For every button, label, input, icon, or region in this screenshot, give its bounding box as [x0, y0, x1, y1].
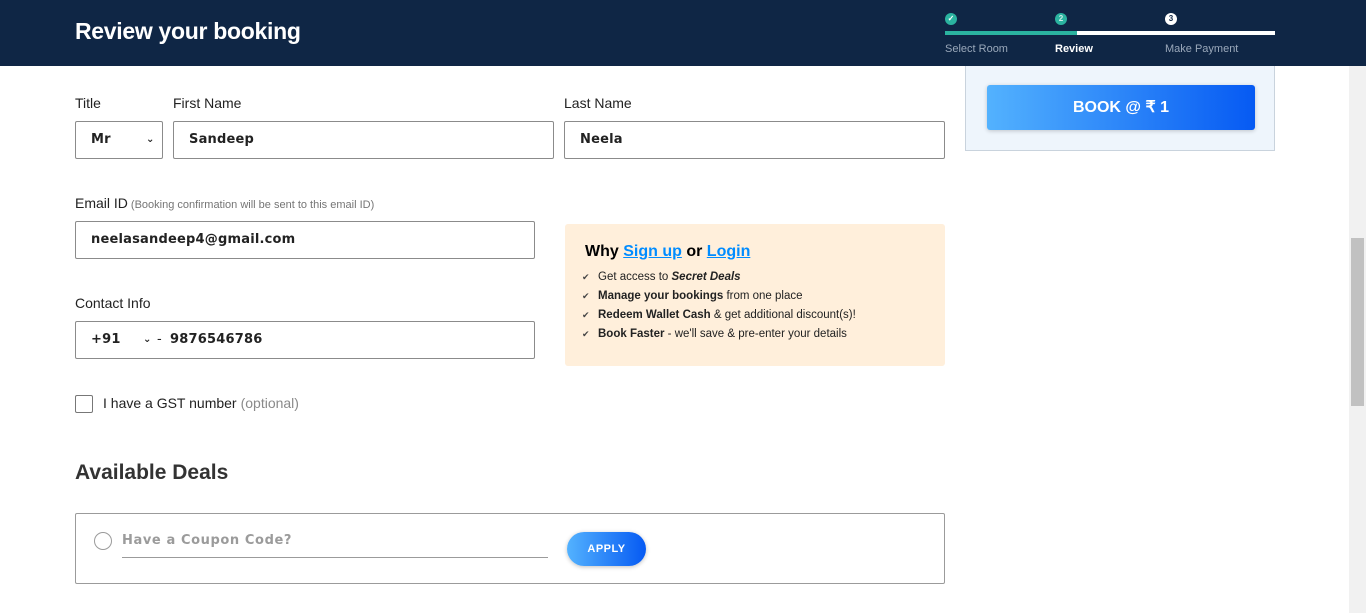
benefit-text: from one place [723, 290, 803, 302]
contact-field: +91 ⌄ - 9876546786 [75, 321, 535, 359]
page-title: Review your booking [75, 18, 301, 44]
available-deals-heading: Available Deals [75, 461, 229, 484]
benefit-text: - we'll save & pre-enter your details [664, 328, 847, 340]
login-link[interactable]: Login [707, 243, 751, 260]
benefit-text: & get additional discount(s)! [710, 309, 856, 321]
chevron-down-icon: ⌄ [146, 134, 155, 145]
email-label-text: Email ID [75, 195, 128, 211]
step-label-select-room[interactable]: Select Room [945, 43, 1008, 55]
signup-promo-box: Why Sign up or Login ✔ Get access to Secr… [565, 224, 945, 366]
booking-summary-panel: BOOK @ ₹ 1 [965, 66, 1275, 151]
gst-checkbox[interactable] [75, 395, 93, 413]
coupon-box: Have a Coupon Code? APPLY [75, 513, 945, 584]
phone-separator: - [157, 332, 162, 347]
book-button[interactable]: BOOK @ ₹ 1 [987, 85, 1255, 130]
benefits-list: ✔ Get access to Secret Deals ✔ Manage your… [582, 268, 856, 344]
title-select-value: Mr [91, 132, 111, 147]
check-icon: ✔ [582, 310, 590, 320]
check-icon: ✔ [582, 272, 590, 282]
list-item: ✔ Get access to Secret Deals [582, 268, 856, 287]
list-item: ✔ Manage your bookings from one place [582, 287, 856, 306]
benefit-emphasis: Secret Deals [671, 271, 741, 283]
last-name-label: Last Name [564, 95, 632, 111]
benefit-emphasis: Book Faster [598, 328, 665, 340]
stepper-progress [945, 31, 1077, 35]
email-label: Email ID (Booking confirmation will be se… [75, 195, 374, 211]
gst-label-text: I have a GST number [103, 395, 237, 411]
title-label: Title [75, 95, 101, 111]
step-label-review: Review [1055, 43, 1093, 55]
step-2-dot: 2 [1055, 13, 1067, 25]
list-item: ✔ Redeem Wallet Cash & get additional dis… [582, 306, 856, 325]
first-name-input[interactable]: Sandeep [173, 121, 554, 159]
first-name-label: First Name [173, 95, 242, 111]
apply-coupon-button[interactable]: APPLY [567, 532, 646, 566]
coupon-radio[interactable] [94, 532, 112, 550]
step-3-dot: 3 [1165, 13, 1177, 25]
gst-label[interactable]: I have a GST number (optional) [103, 395, 299, 411]
scrollbar-thumb[interactable] [1351, 238, 1364, 406]
benefit-emphasis: Manage your bookings [598, 290, 724, 302]
email-hint: (Booking confirmation will be sent to th… [130, 199, 375, 211]
country-code-select[interactable]: +91 [91, 332, 121, 347]
title-select[interactable]: Mr ⌄ [75, 121, 163, 159]
benefit-text: Get access to [598, 271, 672, 283]
signup-link[interactable]: Sign up [623, 243, 682, 260]
step-1-check-icon: ✓ [945, 13, 957, 25]
contact-label: Contact Info [75, 295, 151, 311]
check-icon: ✔ [582, 329, 590, 339]
benefit-emphasis: Redeem Wallet Cash [598, 309, 711, 321]
booking-stepper: ✓ 2 3 Select Room Review Make Payment [945, 0, 1275, 66]
chevron-down-icon[interactable]: ⌄ [143, 322, 152, 358]
phone-input[interactable]: 9876546786 [170, 322, 262, 358]
page-scrollbar[interactable] [1349, 66, 1366, 613]
check-icon: ✔ [582, 291, 590, 301]
email-input[interactable]: neelasandeep4@gmail.com [75, 221, 535, 259]
signup-promo-title: Why Sign up or Login [585, 243, 750, 261]
last-name-input[interactable]: Neela [564, 121, 945, 159]
gst-optional-text: (optional) [240, 395, 299, 411]
signup-or: or [686, 243, 703, 260]
coupon-code-input[interactable]: Have a Coupon Code? [122, 530, 548, 558]
step-label-make-payment: Make Payment [1165, 43, 1239, 55]
signup-prefix: Why [585, 243, 619, 260]
page-header: Review your booking ✓ 2 3 Select Room Re… [0, 0, 1366, 66]
list-item: ✔ Book Faster - we'll save & pre-enter yo… [582, 325, 856, 344]
